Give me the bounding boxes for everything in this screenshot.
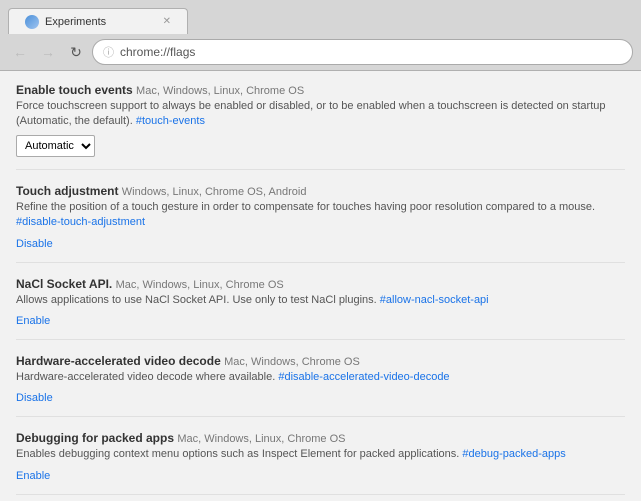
browser-chrome: Experiments ✕ ← → ↻ ⓘ chrome://flags	[0, 0, 641, 71]
flag-description: Force touchscreen support to always be e…	[16, 99, 625, 130]
forward-button[interactable]: →	[36, 40, 60, 64]
flag-anchor-link[interactable]: #touch-events	[136, 115, 205, 127]
tab-label: Experiments	[45, 16, 106, 28]
touch-events-select[interactable]: Automatic Default Enabled Disabled	[16, 135, 95, 157]
navigation-bar: ← → ↻ ⓘ chrome://flags	[0, 34, 641, 70]
flag-title: Debugging for packed apps Mac, Windows, …	[16, 431, 625, 445]
flag-nacl-socket: NaCl Socket API. Mac, Windows, Linux, Ch…	[16, 277, 625, 340]
flag-enable-touch-events: Enable touch events Mac, Windows, Linux,…	[16, 83, 625, 170]
active-tab[interactable]: Experiments ✕	[8, 8, 188, 34]
flag-anchor-link[interactable]: #disable-accelerated-video-decode	[278, 371, 449, 383]
disable-link[interactable]: Disable	[16, 238, 53, 250]
tab-bar: Experiments ✕	[0, 0, 641, 34]
back-button[interactable]: ←	[8, 40, 32, 64]
address-text: chrome://flags	[120, 45, 195, 59]
flag-title: NaCl Socket API. Mac, Windows, Linux, Ch…	[16, 277, 625, 291]
address-icon: ⓘ	[103, 44, 114, 60]
flag-title: Hardware-accelerated video decode Mac, W…	[16, 354, 625, 368]
flag-anchor-link[interactable]: #disable-touch-adjustment	[16, 216, 145, 228]
flag-control: Disable	[16, 390, 625, 404]
flag-control: Automatic Default Enabled Disabled	[16, 135, 625, 157]
page-content: Enable touch events Mac, Windows, Linux,…	[0, 71, 641, 501]
flag-hw-video-decode: Hardware-accelerated video decode Mac, W…	[16, 354, 625, 417]
flag-description: Refine the position of a touch gesture i…	[16, 200, 625, 231]
flag-description: Enables debugging context menu options s…	[16, 447, 625, 462]
flag-description: Hardware-accelerated video decode where …	[16, 370, 625, 385]
flag-debug-packed-apps: Debugging for packed apps Mac, Windows, …	[16, 431, 625, 494]
flag-description: Allows applications to use NaCl Socket A…	[16, 293, 625, 308]
tab-favicon	[25, 15, 39, 29]
disable-link[interactable]: Disable	[16, 392, 53, 404]
address-bar[interactable]: ⓘ chrome://flags	[92, 39, 633, 65]
flag-title: Touch adjustment Windows, Linux, Chrome …	[16, 184, 625, 198]
flag-title: Enable touch events Mac, Windows, Linux,…	[16, 83, 625, 97]
flag-control: Enable	[16, 313, 625, 327]
enable-link[interactable]: Enable	[16, 315, 50, 327]
enable-link[interactable]: Enable	[16, 470, 50, 482]
flag-platforms: Mac, Windows, Linux, Chrome OS	[136, 85, 304, 97]
flag-touch-adjustment: Touch adjustment Windows, Linux, Chrome …	[16, 184, 625, 263]
reload-button[interactable]: ↻	[64, 40, 88, 64]
flag-control: Disable	[16, 236, 625, 250]
flag-anchor-link[interactable]: #allow-nacl-socket-api	[380, 294, 489, 306]
flag-control: Enable	[16, 468, 625, 482]
flag-anchor-link[interactable]: #debug-packed-apps	[462, 448, 565, 460]
tab-close-button[interactable]: ✕	[163, 16, 171, 27]
